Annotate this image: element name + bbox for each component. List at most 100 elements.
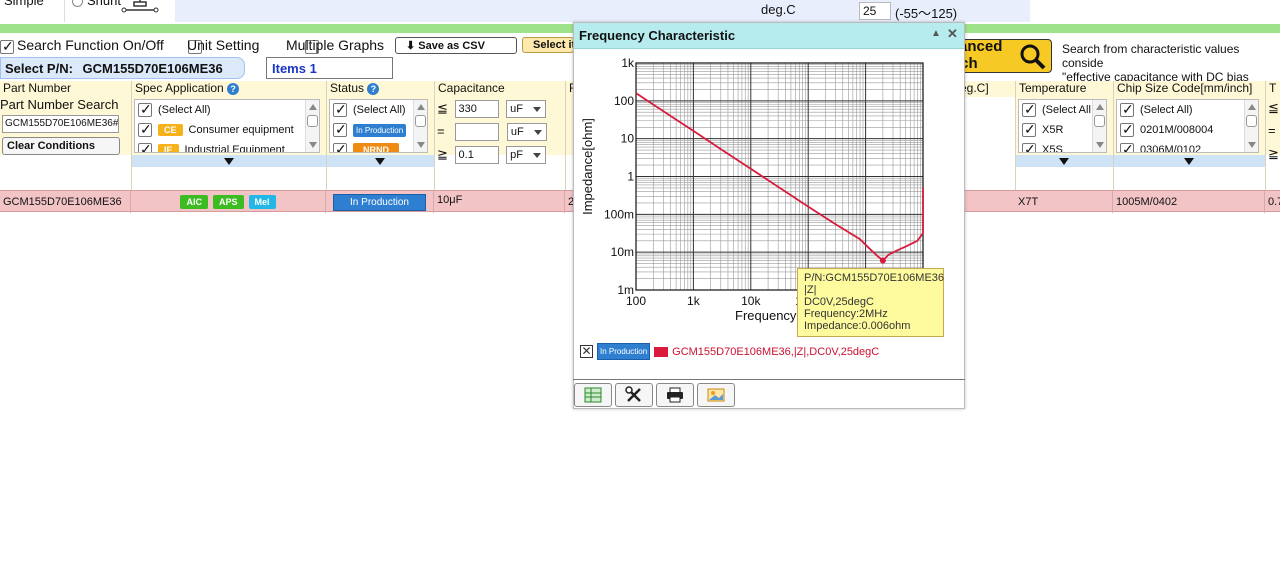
chip-size-listbox[interactable]: (Select All) 0201M/008004 0306M/0102 (1116, 99, 1259, 153)
temp-input[interactable]: 25 (859, 2, 891, 20)
clear-conditions-button[interactable]: Clear Conditions (2, 137, 120, 155)
scrollbar[interactable] (1092, 100, 1106, 152)
list-item[interactable]: (Select All) (1117, 100, 1258, 120)
col-chip-size[interactable]: Chip Size Code[mm/inch] (1114, 81, 1265, 97)
help-icon[interactable]: ? (367, 83, 380, 95)
settings-button[interactable] (615, 383, 653, 407)
mel-tag: Mel (248, 195, 276, 209)
checkbox[interactable] (1022, 141, 1036, 152)
list-item-label: (Select All) (1140, 104, 1193, 116)
spreadsheet-icon (584, 387, 602, 403)
checkbox[interactable] (1022, 101, 1036, 118)
tooltip-line: |Z| (804, 284, 817, 296)
cap-max-input[interactable]: 330 (454, 100, 499, 118)
list-item[interactable]: IE Industrial Equipment (135, 140, 319, 152)
save-csv-button[interactable]: ⬇ Save as CSV (395, 37, 517, 54)
cell-t: 0.7 (1268, 196, 1280, 208)
legend-status-badge: In Production (597, 343, 651, 360)
col-degc[interactable]: eg.C] (957, 81, 1015, 97)
aic-tag: AIC (180, 195, 208, 209)
checkbox[interactable] (1120, 101, 1134, 118)
filter-t: ≦ = ≧ (1266, 97, 1280, 161)
radio-shunt[interactable] (72, 0, 83, 7)
scrollbar[interactable] (305, 100, 319, 152)
status-tag: In Production (353, 123, 407, 137)
chevron-down-icon[interactable] (1059, 158, 1069, 165)
multiple-graphs-label: Multiple Graphs (286, 37, 385, 53)
y-tick-label: 100 (614, 94, 634, 108)
legend-remove-checkbox[interactable]: ✕ (580, 345, 593, 358)
y-tick-label: 100m (604, 207, 634, 221)
help-line-1: Search from characteristic values consid… (1062, 42, 1240, 70)
x-tick-label: 1k (687, 294, 701, 308)
cap-eq-input[interactable] (455, 123, 500, 141)
close-icon[interactable]: ✕ (947, 26, 958, 42)
checkbox[interactable] (1120, 141, 1134, 152)
ge-symbol: ≧ (1268, 146, 1279, 161)
dialog-title: Frequency Characteristic (579, 28, 736, 43)
export-csv-button[interactable] (574, 383, 612, 407)
cell-part-number[interactable]: GCM155D70E106ME36 (0, 191, 131, 213)
col-part-number[interactable]: Part Number (0, 81, 131, 97)
col-spec-application[interactable]: Spec Application ? (132, 81, 326, 97)
checkbox[interactable] (138, 121, 152, 138)
filter-spec: (Select All) CE Consumer equipment IE Indu… (132, 97, 326, 155)
list-item-label: X5S (1042, 144, 1063, 153)
col-spec-label: Spec Application (135, 81, 224, 95)
cap-le-row: ≦ 330 uF (437, 100, 547, 118)
checkbox[interactable] (333, 121, 347, 138)
filter-capacitance: ≦ 330 uF = uF ≧ 0.1 pF (435, 97, 573, 164)
chevron-down-icon[interactable] (224, 158, 234, 165)
scrollbar[interactable] (413, 100, 427, 152)
list-item[interactable]: CE Consumer equipment (135, 120, 319, 140)
chevron-down-icon[interactable] (375, 158, 385, 165)
print-button[interactable] (656, 383, 694, 407)
y-tick-label: 1k (621, 56, 635, 70)
pn-search-label: Part Number Search (0, 97, 119, 112)
status-tag: NRND (353, 143, 399, 152)
select-item-button[interactable]: Select it (522, 37, 574, 53)
checkbox[interactable] (138, 141, 152, 152)
cap-ge-row: ≧ 0.1 pF (437, 146, 547, 164)
list-item[interactable]: 0201M/008004 (1117, 120, 1258, 140)
spec-listbox[interactable]: (Select All) CE Consumer equipment IE Indu… (134, 99, 320, 153)
checkbox[interactable] (1022, 121, 1036, 138)
selected-pn-value: GCM155D70E106ME36 (82, 61, 223, 76)
list-item-label: (Select All (1042, 104, 1091, 116)
help-icon[interactable]: ? (227, 83, 240, 95)
checkbox[interactable] (138, 101, 152, 118)
y-tick-label: 10m (611, 245, 634, 259)
cap-max-unit[interactable]: uF (506, 100, 547, 118)
temp-panel: deg.C 25 (-55～125) (175, 0, 1030, 22)
search-onoff-checkbox[interactable] (0, 38, 14, 55)
dialog-titlebar[interactable]: Frequency Characteristic ▲ ✕ (574, 23, 964, 49)
divider (573, 379, 965, 380)
chart-tooltip: P/N:GCM155D70E106ME36 |Z| DC0V,25degC Fr… (797, 268, 944, 337)
advanced-search-button[interactable]: anced arch (946, 38, 1052, 73)
divider (64, 0, 65, 22)
status-listbox[interactable]: (Select All) In Production NRND (329, 99, 428, 153)
cap-eq-row: = uF (437, 123, 547, 141)
checkbox[interactable] (333, 141, 347, 152)
cap-min-unit[interactable]: pF (506, 146, 547, 164)
chevron-down-icon[interactable] (1184, 158, 1194, 165)
list-item-label: 0306M/0102 (1140, 144, 1202, 153)
scrollbar[interactable] (1244, 100, 1258, 152)
minimize-icon[interactable]: ▲ (931, 28, 941, 39)
col-status-label: Status (330, 81, 365, 95)
save-image-button[interactable] (697, 383, 735, 407)
ie-tag: IE (158, 144, 179, 152)
eq-symbol: = (437, 123, 445, 139)
col-capacitance[interactable]: Capacitance (435, 81, 565, 97)
pn-search-input[interactable]: GCM155D70E106ME36# (2, 115, 119, 133)
col-temperature[interactable]: Temperature (1016, 81, 1113, 97)
cap-min-input[interactable]: 0.1 (454, 146, 499, 164)
temperature-listbox[interactable]: (Select All X5R X5S (1018, 99, 1107, 153)
checkbox[interactable] (1120, 121, 1134, 138)
col-status[interactable]: Status ? (327, 81, 434, 97)
col-t[interactable]: T s (1266, 81, 1280, 97)
list-item[interactable]: (Select All) (135, 100, 319, 120)
checkbox[interactable] (333, 101, 347, 118)
list-item[interactable]: 0306M/0102 (1117, 140, 1258, 153)
cap-eq-unit[interactable]: uF (506, 123, 547, 141)
